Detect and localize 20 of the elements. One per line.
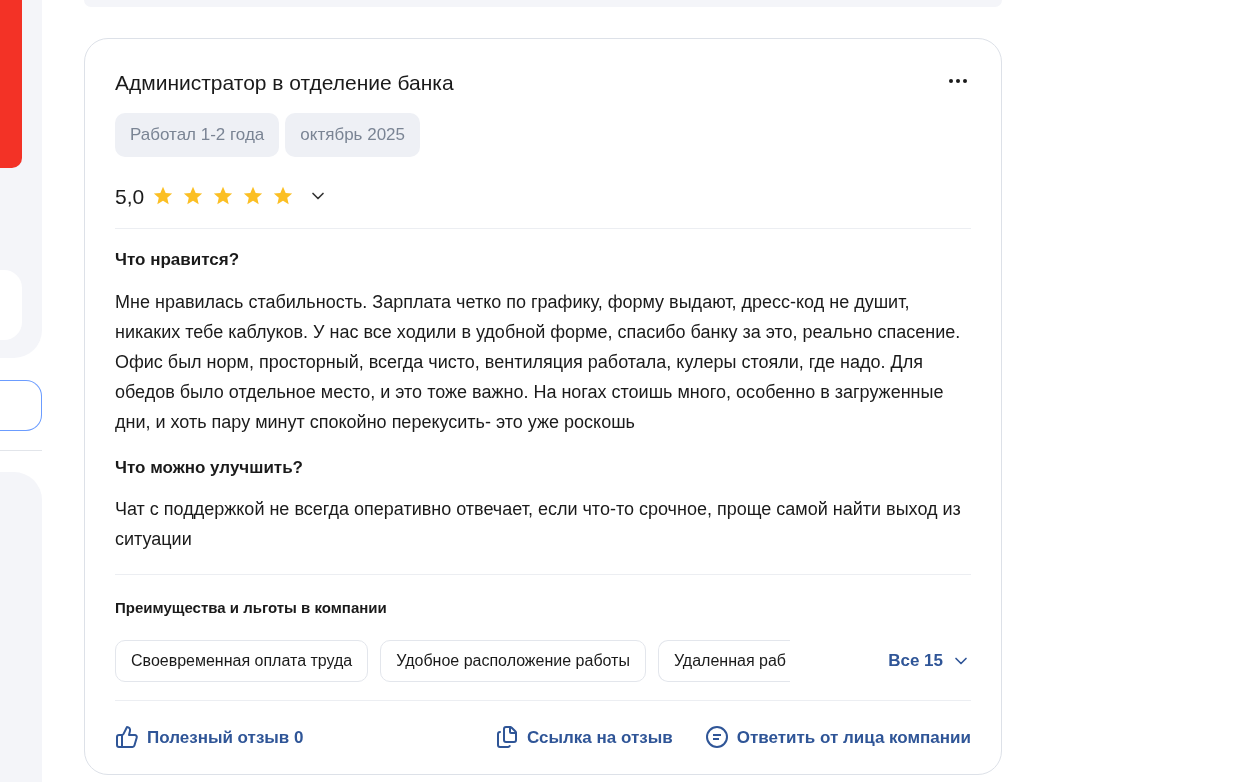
benefit-chip: Удаленная раб xyxy=(657,639,790,682)
thumbs-up-icon xyxy=(115,725,139,750)
review-text: Чат с поддержкой не всегда оперативно отвечает, если что-то срочное, проще самой найти выход из ситуации xyxy=(115,498,962,551)
benefits-heading: Преимущества и льготы в компании xyxy=(115,598,388,618)
action-link[interactable]: Ссылка на отзыв xyxy=(495,724,673,750)
tag: октябрь 2025 xyxy=(285,113,420,157)
action-link[interactable]: Ответить от лица компании xyxy=(704,724,971,750)
benefit-chip: Своевременная оплата труда xyxy=(115,639,369,682)
action-link[interactable]: Полезный отзыв 0 xyxy=(115,724,304,750)
copy-icon xyxy=(495,725,520,750)
section-heading: Что можно улучшить? xyxy=(115,456,304,479)
show-all-button[interactable]: Все 15 xyxy=(888,647,971,674)
benefit-chip: Удобное расположение работы xyxy=(380,639,646,682)
side-field[interactable] xyxy=(0,380,42,431)
review-title: Администратор в отделение банка xyxy=(115,70,454,96)
section-heading: Что нравится? xyxy=(115,249,241,271)
tag: Работал 1-2 года xyxy=(115,113,280,157)
review-text: Мне нравилась стабильность. Зарплата четко по графику, форму выдают, дресс-код не душит, никаких тебе каблуков. У нас все ходили в удобной форме, спасибо банку за это, реально спасение. Офис был норм, просторный, всегда чисто, вентиляция работала, кулеры стояли, где надо. Для обедов было отдельное место, и это тоже важно. На ногах стоишь много, особенно в загруженные дни, и хоть пару минут спокойно перекусить- это уже роскошь xyxy=(115,290,962,434)
comment-icon xyxy=(704,725,729,750)
rating-value: 5,0 xyxy=(115,183,145,210)
